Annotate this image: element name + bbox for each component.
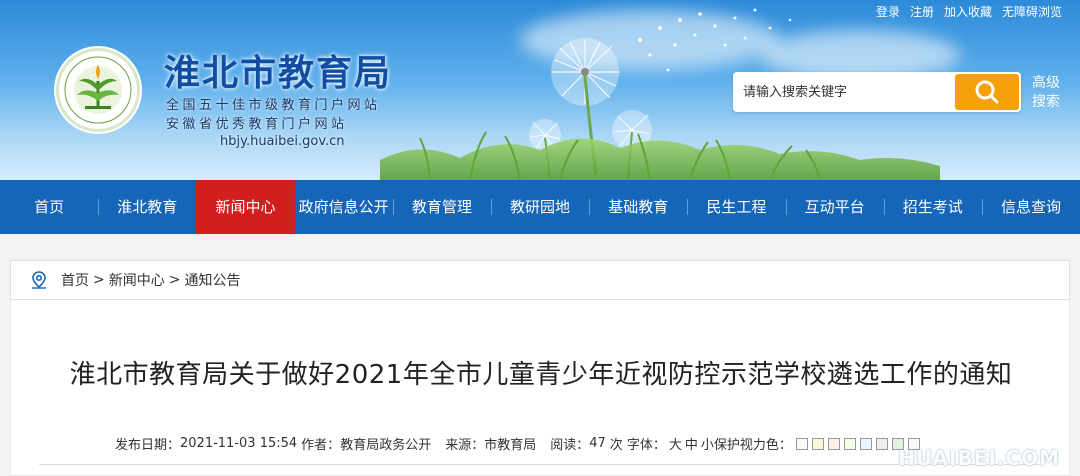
nav-item-news-center[interactable]: 新闻中心 [196,180,295,234]
watermark-text: HUAIBEI.COM [898,446,1060,470]
nav-item-admission-exam[interactable]: 招生考试 [883,180,982,234]
register-link[interactable]: 注册 [910,3,934,20]
site-slogan-2: 安徽省优秀教育门户网站 [166,117,348,132]
breadcrumb: 首页 > 新闻中心 > 通知公告 [10,260,1070,300]
nav-item-teaching-research[interactable]: 教研园地 [490,180,589,234]
font-size-label: 字体： [626,438,666,453]
header-banner: 登录 注册 加入收藏 无障碍浏览 淮北市教育局 全国五十佳市级教育门户网站 安徽… [0,0,1080,180]
article-meta: 发布日期： 2021-11-03 15:54 作者： 教育局政务公开 来源： 市… [115,434,920,453]
font-size-small[interactable]: 小 [701,434,714,453]
nav-item-gov-info[interactable]: 政府信息公开 [295,180,393,234]
eye-care-color-label: 保护视力色： [713,438,792,453]
author: 教育局政务公开 [340,438,432,453]
nav-item-huaibei-education[interactable]: 淮北教育 [98,180,196,234]
grass-decoration [380,131,940,180]
source-label: 来源： [445,438,485,453]
nav-item-home[interactable]: 首页 [0,180,98,234]
read-count: 47 [589,436,606,451]
nav-item-livelihood[interactable]: 民生工程 [687,180,785,234]
search-box [733,72,1021,112]
breadcrumb-news-center[interactable]: 新闻中心 [109,270,165,290]
breadcrumb-separator: > [93,272,105,288]
login-link[interactable]: 登录 [876,3,900,20]
nav-item-basic-education[interactable]: 基础教育 [589,180,687,234]
logo-emblem-icon [64,56,132,124]
accessibility-link[interactable]: 无障碍浏览 [1002,3,1062,20]
reads-unit: 次 [609,438,623,453]
breadcrumb-separator: > [168,272,181,288]
publish-date-label: 发布日期： [115,438,181,453]
source: 市教育局 [484,438,537,453]
breadcrumb-home[interactable]: 首页 [61,270,89,290]
site-domain: hbjy.huaibei.gov.cn [220,134,345,149]
font-size-medium[interactable]: 中 [685,434,698,453]
author-label: 作者： [301,438,341,453]
breadcrumb-notices[interactable]: 通知公告 [184,270,240,290]
main-nav: 首页 淮北教育 新闻中心 政府信息公开 教育管理 教研园地 基础教育 民生工程 … [0,180,1080,234]
site-logo[interactable] [56,48,140,132]
watermark: HUAIBEI.COM [838,400,1068,472]
color-swatch[interactable] [795,437,808,450]
nav-item-education-management[interactable]: 教育管理 [392,180,491,234]
location-icon [32,271,46,289]
nav-item-interaction[interactable]: 互动平台 [785,180,884,234]
color-swatch[interactable] [811,437,824,450]
article-title: 淮北市教育局关于做好2021年全市儿童青少年近视防控示范学校遴选工作的通知 [69,360,1013,390]
top-links: 登录 注册 加入收藏 无障碍浏览 [876,3,1062,20]
publish-date: 2021-11-03 15:54 [180,436,298,451]
font-size-large[interactable]: 大 [669,434,682,453]
site-title: 淮北市教育局 [164,52,393,94]
search-icon [975,80,999,104]
search-button[interactable] [955,74,1019,110]
site-slogan-1: 全国五十佳市级教育门户网站 [166,98,381,113]
search-input[interactable] [733,72,955,112]
advanced-search-link[interactable]: 高级搜索 [1032,74,1066,112]
nav-item-info-query[interactable]: 信息查询 [981,180,1080,234]
add-favorite-link[interactable]: 加入收藏 [944,3,992,20]
reads-label: 阅读： [550,438,590,453]
